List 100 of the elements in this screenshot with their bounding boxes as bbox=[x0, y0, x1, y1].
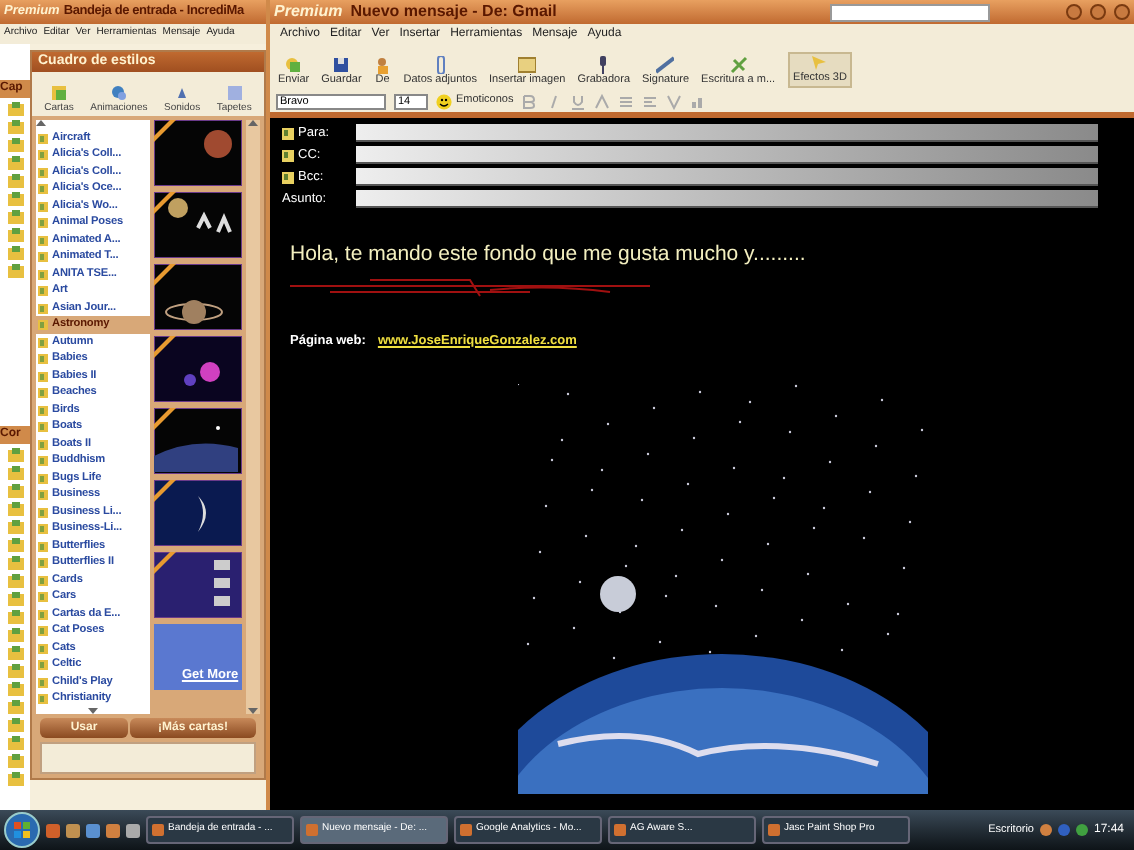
contact-icon bbox=[7, 700, 23, 714]
window-title: Nuevo mensaje - De: Gmail bbox=[350, 0, 557, 24]
person-icon bbox=[373, 56, 392, 74]
underline-icon[interactable] bbox=[569, 93, 586, 109]
tab-icon bbox=[49, 84, 68, 102]
folder-icon bbox=[38, 184, 48, 195]
contact-icon bbox=[7, 628, 23, 642]
contact-icon bbox=[7, 264, 23, 278]
start-button[interactable] bbox=[4, 812, 40, 848]
chart-icon[interactable] bbox=[689, 93, 706, 109]
folder-icon bbox=[38, 269, 48, 280]
input-field[interactable] bbox=[356, 190, 1098, 208]
maximize-button[interactable] bbox=[1090, 4, 1106, 20]
folder-icon bbox=[38, 235, 48, 246]
contact-icon bbox=[7, 538, 23, 552]
contact-icon bbox=[7, 174, 23, 188]
message-text: Hola, te mando este fondo que me gusta mucho y......... bbox=[290, 240, 808, 270]
contact-card-icon bbox=[282, 149, 294, 161]
folder-icon bbox=[38, 609, 48, 620]
folder-icon bbox=[38, 643, 48, 654]
contact-icon bbox=[7, 484, 23, 498]
folder-icon bbox=[38, 592, 48, 603]
italic-icon[interactable] bbox=[545, 93, 562, 109]
contact-icon bbox=[7, 664, 23, 678]
bold-icon[interactable] bbox=[521, 93, 538, 109]
pen-icon bbox=[656, 56, 675, 74]
folder-icon bbox=[38, 660, 48, 671]
tab-icon bbox=[109, 84, 128, 102]
folder-icon bbox=[38, 439, 48, 450]
contact-icon bbox=[7, 754, 23, 768]
input-field[interactable] bbox=[356, 168, 1098, 186]
folder-icon bbox=[38, 524, 48, 535]
contact-icon bbox=[7, 520, 23, 534]
folder-icon bbox=[38, 303, 48, 314]
tab-icon bbox=[225, 84, 244, 102]
contact-card-icon bbox=[282, 171, 294, 183]
scroll-down-icon bbox=[248, 708, 259, 714]
paperclip-icon bbox=[431, 56, 450, 74]
folder-icon bbox=[38, 575, 48, 586]
contact-icon bbox=[7, 120, 23, 134]
contact-icon bbox=[7, 556, 23, 570]
folder-icon bbox=[38, 405, 48, 416]
folder-icon bbox=[38, 490, 48, 501]
window-brand: Premium bbox=[274, 0, 343, 24]
stationery-thumbnail bbox=[154, 120, 243, 186]
close-button[interactable] bbox=[1114, 4, 1130, 20]
align-icon[interactable] bbox=[641, 93, 658, 109]
folder-icon bbox=[38, 558, 48, 569]
scroll-up-icon bbox=[248, 120, 259, 126]
folder-icon bbox=[38, 694, 48, 705]
folder-icon bbox=[38, 167, 48, 178]
scrollbar[interactable] bbox=[246, 120, 260, 714]
search-field[interactable] bbox=[830, 3, 990, 21]
contact-icon bbox=[7, 610, 23, 624]
smiley-icon bbox=[436, 93, 452, 109]
stationery-thumbnail bbox=[154, 552, 243, 618]
scroll-up-icon bbox=[36, 120, 46, 126]
list-icon[interactable] bbox=[617, 93, 634, 109]
folder-icon bbox=[38, 473, 48, 484]
stationery-thumbnail bbox=[154, 408, 243, 474]
folder-icon bbox=[38, 371, 48, 382]
contact-icon bbox=[7, 138, 23, 152]
contact-icon bbox=[7, 682, 23, 696]
folder-icon bbox=[38, 388, 48, 399]
input-field[interactable] bbox=[356, 124, 1098, 142]
tab-icon bbox=[173, 84, 192, 102]
contact-icon bbox=[7, 646, 23, 660]
folder-icon bbox=[38, 354, 48, 365]
send-icon bbox=[284, 56, 303, 74]
contact-icon bbox=[7, 156, 23, 170]
folder-icon bbox=[38, 677, 48, 688]
app-icon bbox=[768, 824, 780, 836]
contact-icon bbox=[7, 210, 23, 224]
contact-icon bbox=[7, 246, 23, 260]
stationery-thumbnail bbox=[154, 480, 243, 546]
folder-icon bbox=[38, 218, 48, 229]
folder-icon bbox=[38, 252, 48, 263]
contact-card-icon bbox=[282, 127, 294, 139]
stationery-thumbnail bbox=[154, 264, 243, 330]
folder-icon bbox=[38, 150, 48, 161]
folder-icon bbox=[38, 422, 48, 433]
folder-icon bbox=[38, 201, 48, 212]
app-icon bbox=[152, 824, 164, 836]
contact-icon bbox=[7, 448, 23, 462]
folder-icon bbox=[38, 133, 48, 144]
contact-icon bbox=[7, 574, 23, 588]
contact-icon bbox=[7, 772, 23, 786]
minimize-button[interactable] bbox=[1066, 4, 1082, 20]
app-icon bbox=[614, 824, 626, 836]
folder-icon bbox=[38, 286, 48, 297]
scroll-down-icon bbox=[88, 707, 99, 714]
contact-icon bbox=[7, 192, 23, 206]
cursor-icon bbox=[810, 54, 829, 72]
contact-icon bbox=[7, 736, 23, 750]
folder-icon bbox=[38, 626, 48, 637]
folder-icon bbox=[38, 320, 48, 331]
input-field[interactable] bbox=[356, 146, 1098, 164]
stationery-thumbnail bbox=[154, 192, 243, 258]
folder-icon bbox=[38, 456, 48, 467]
folder-icon bbox=[38, 541, 48, 552]
